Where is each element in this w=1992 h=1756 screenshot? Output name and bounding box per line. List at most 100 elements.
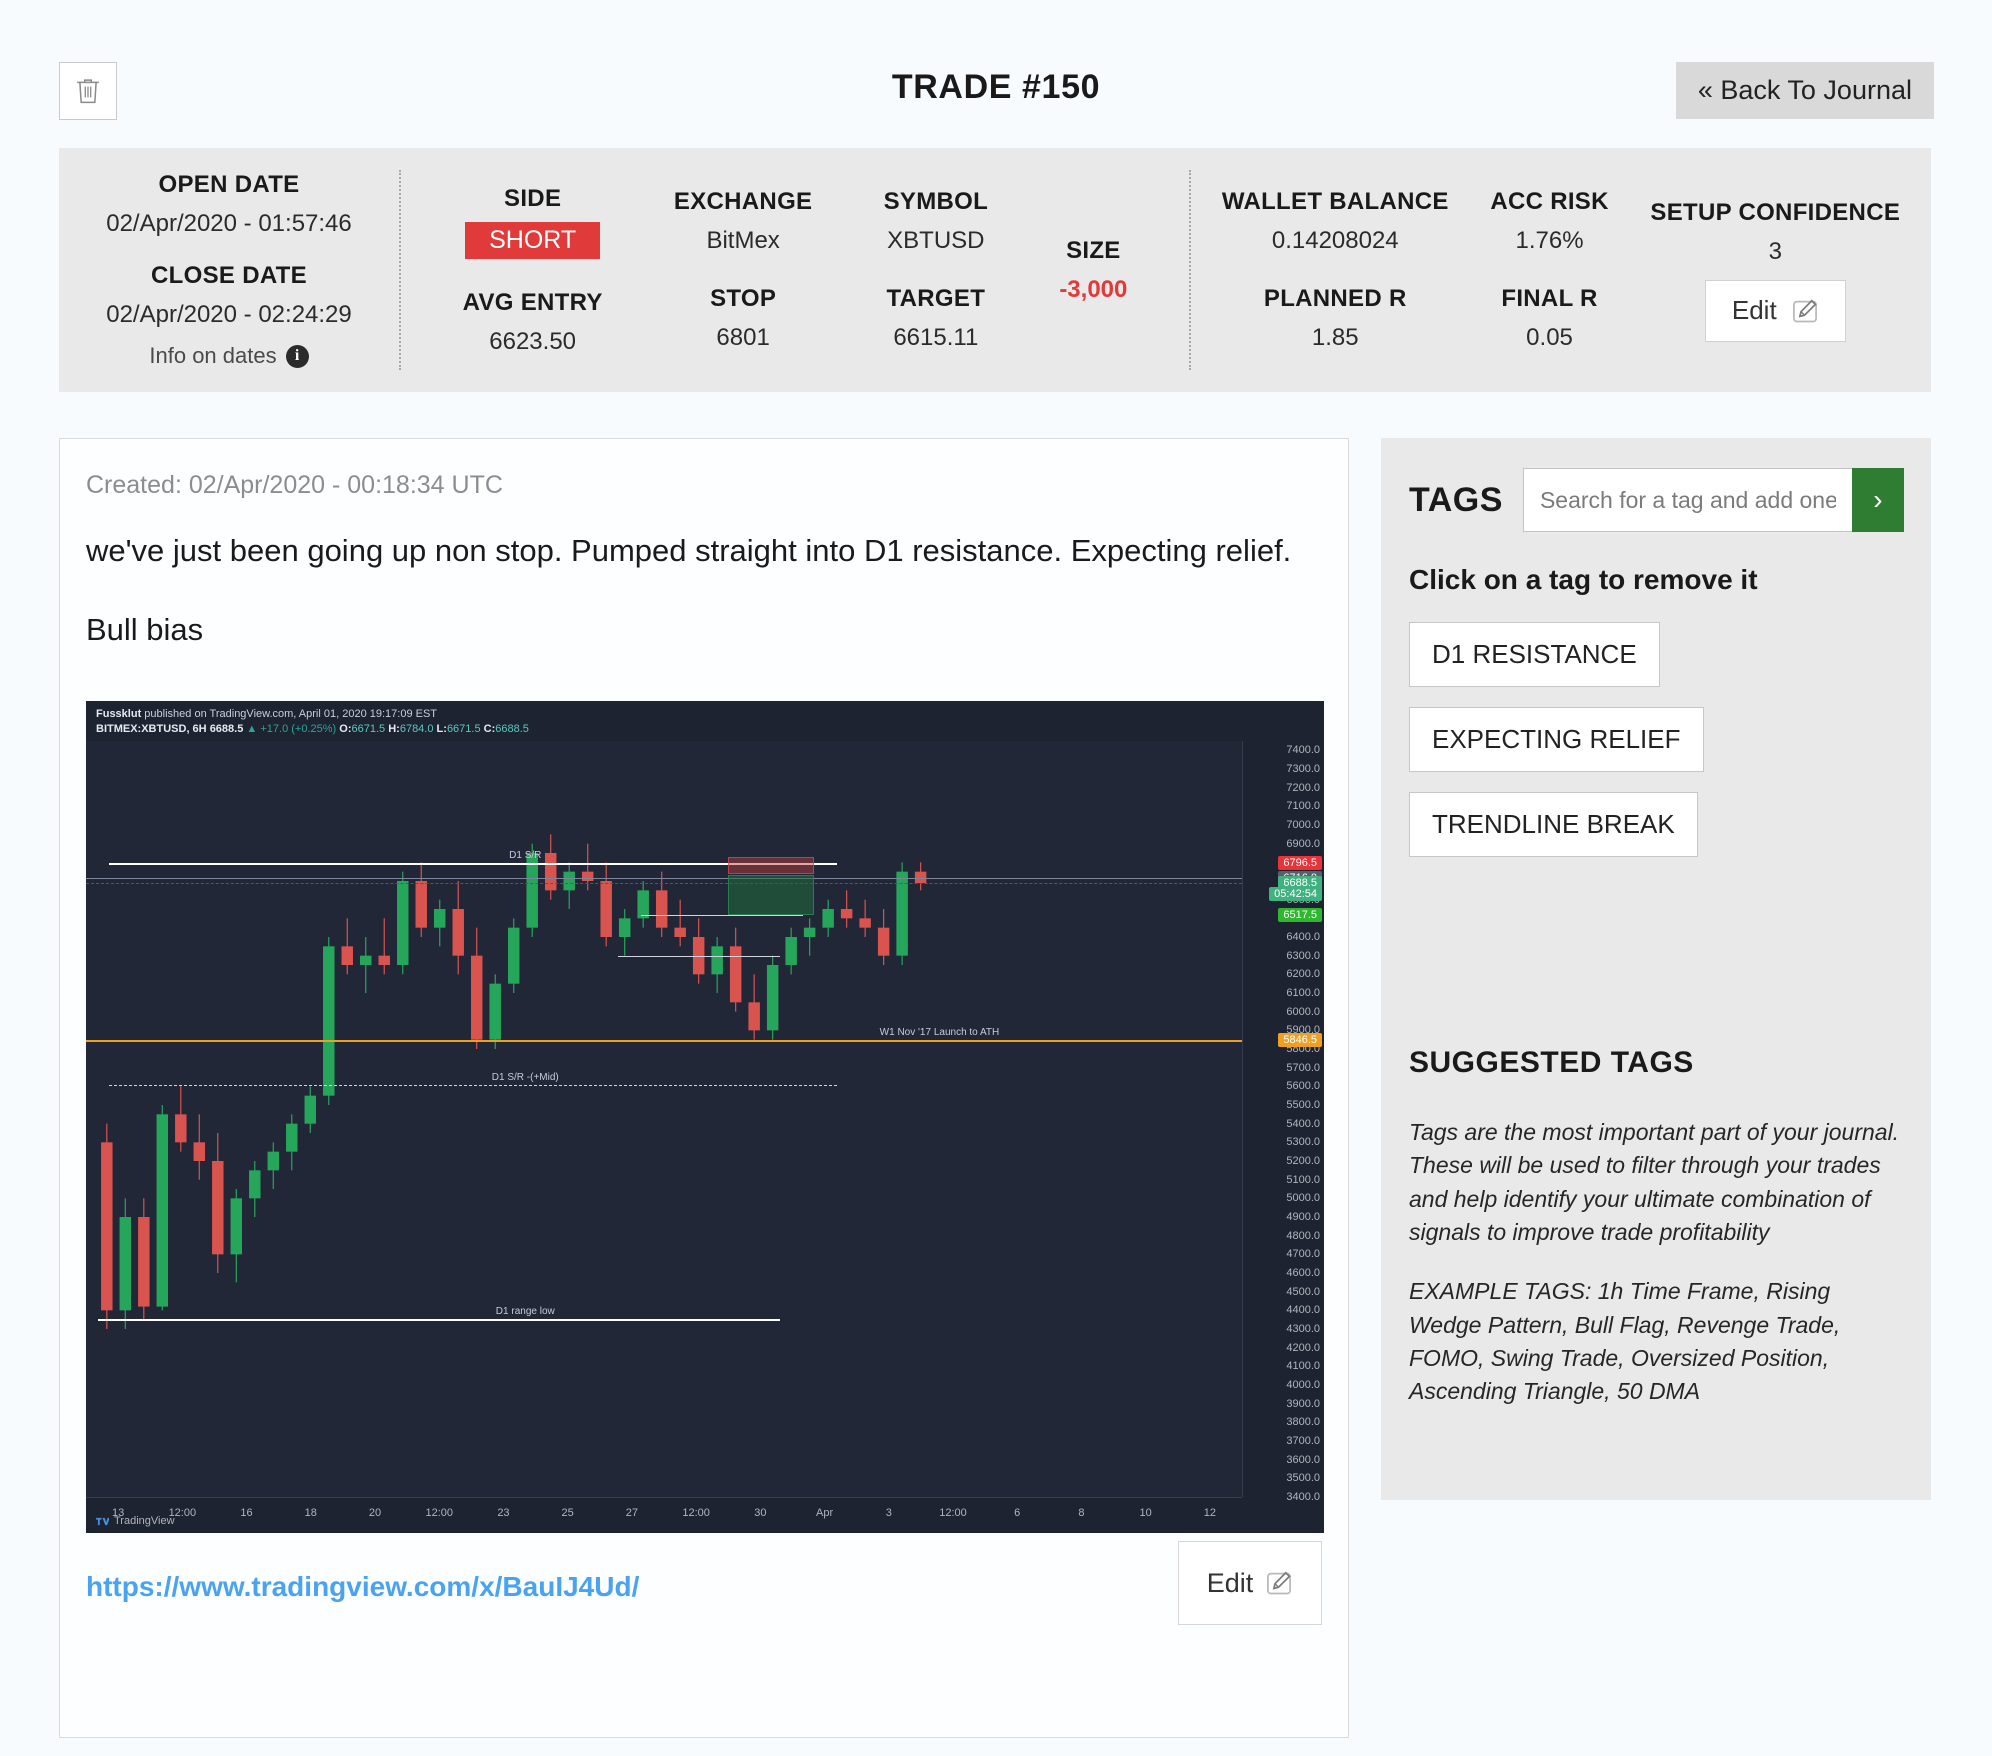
stop-value: 6801 [716,324,770,351]
chart-close-value: 6688.5 [495,722,529,735]
planned-r-label: PLANNED R [1263,285,1407,312]
tradingview-watermark-label: TradingView [114,1515,175,1527]
price-tick-label: 4100.0 [1286,1360,1320,1373]
tradingview-watermark: TradingView [96,1515,175,1527]
tag-chip[interactable]: D1 RESISTANCE [1409,622,1660,687]
symbol-value: XBTUSD [887,227,985,254]
setup-confidence-block: SETUP CONFIDENCE 3 [1650,199,1900,266]
price-tick-label: 6400.0 [1286,931,1320,943]
tag-chip[interactable]: EXPECTING RELIEF [1409,707,1704,772]
stats-group-dates: OPEN DATE 02/Apr/2020 - 01:57:46 CLOSE D… [59,148,399,392]
chevron-right-icon: › [1873,484,1883,515]
tradingview-chart[interactable]: Fussklut published on TradingView.com, A… [86,701,1324,1533]
note-paragraph-1: we've just been going up non stop. Pumpe… [86,533,1292,568]
stats-group-trade: SIDE SHORT AVG ENTRY 6623.50 EXCHANGE Bi… [401,148,1189,392]
target-label: TARGET [886,285,986,312]
info-icon[interactable]: i [285,344,309,368]
chart-level-line [86,883,1242,885]
symbol-target-stack: SYMBOL XBTUSD TARGET 6615.11 [884,188,988,352]
chart-annotation-label: D1 S/R -(+Mid) [491,1071,559,1083]
wallet-planned-stack: WALLET BALANCE 0.14208024 PLANNED R 1.85 [1222,188,1449,352]
chart-last-price: 6688.5 [209,722,244,735]
time-tick-label: 6 [1014,1507,1021,1519]
chart-high-label: H: [388,722,400,735]
price-badge: 5846.5 [1278,1033,1322,1048]
side-badge: SHORT [465,221,601,259]
info-on-dates-label: Info on dates [149,343,277,368]
price-tick-label: 7100.0 [1286,800,1320,813]
time-tick-label: 12:00 [425,1507,453,1519]
tag-list: D1 RESISTANCE EXPECTING RELIEF TRENDLINE B… [1409,622,1903,857]
time-tick-label: 8 [1078,1507,1085,1519]
chart-annotation-label: W1 Nov '17 Launch to ATH [879,1027,1000,1039]
chart-price-scale[interactable]: 7400.07300.07200.07100.07000.06900.06800… [1242,741,1324,1503]
side-label: SIDE [504,184,562,212]
pencil-icon [1792,298,1817,322]
edit-note-button[interactable]: Edit [1178,1541,1322,1625]
target-block: TARGET 6615.11 [886,285,985,352]
time-tick-label: 3 [885,1507,892,1519]
price-tick-label: 6300.0 [1286,949,1320,962]
suggested-tags-panel: SUGGESTED TAGS Tags are the most importa… [1381,1018,1931,1500]
chart-low-label: L: [436,722,447,735]
price-tick-label: 5200.0 [1286,1155,1320,1167]
price-tick-label: 3700.0 [1286,1435,1320,1447]
chart-annotation-label: D1 S/R [509,849,542,861]
exchange-value: BitMex [706,227,780,254]
chart-low-value: 6671.5 [446,722,481,735]
back-to-journal-button[interactable]: « Back To Journal [1675,62,1934,119]
wallet-balance-block: WALLET BALANCE 0.14208024 [1222,188,1449,255]
edit-stats-button[interactable]: Edit [1704,279,1846,342]
edit-stats-label: Edit [1731,295,1777,325]
edit-note-label: Edit [1206,1567,1254,1598]
price-tick-label: 5000.0 [1286,1192,1320,1205]
tradingview-link[interactable]: https://www.tradingview.com/x/BauIJ4Ud/ [86,1571,639,1603]
chart-level-line [640,915,803,917]
candlestick-series [101,834,927,1329]
price-tick-label: 4400.0 [1286,1304,1320,1317]
trade-stats-bar: OPEN DATE 02/Apr/2020 - 01:57:46 CLOSE D… [59,148,1931,392]
tags-title: TAGS [1409,480,1503,519]
note-card: Created: 02/Apr/2020 - 00:18:34 UTC we'v… [59,438,1349,1738]
tag-chip[interactable]: TRENDLINE BREAK [1409,792,1698,857]
suggested-tags-paragraph-1: Tags are the most important part of your… [1409,1119,1900,1246]
confidence-stack: SETUP CONFIDENCE 3 Edit [1650,199,1900,342]
chart-open-value: 6671.5 [351,722,386,735]
price-tick-label: 3800.0 [1286,1416,1320,1429]
wallet-balance-value: 0.14208024 [1271,227,1399,254]
add-tag-button[interactable]: › [1851,468,1904,532]
time-tick-label: 10 [1139,1507,1152,1519]
chart-time-scale[interactable]: 13 12:00 16 18 20 12:00 23 25 27 12:00 30 Apr 3 12:00… [86,1497,1242,1533]
tags-hint: Click on a tag to remove it [1409,564,1758,595]
tag-search-input[interactable] [1522,468,1852,532]
chart-author: Fussklut [96,708,142,720]
exchange-stop-stack: EXCHANGE BitMex STOP 6801 [674,188,812,352]
price-tick-label: 7300.0 [1286,763,1320,775]
top-bar: TRADE #150 « Back To Journal [0,0,1992,126]
final-r-label: FINAL R [1501,285,1598,312]
time-tick-label: 23 [497,1507,510,1519]
chart-up-arrow-icon: ▲ [246,722,258,735]
tradingview-logo-icon [96,1517,109,1525]
avg-entry-label: AVG ENTRY [462,288,603,316]
price-tick-label: 4300.0 [1286,1323,1320,1335]
trade-detail-page: TRADE #150 « Back To Journal OPEN DATE 0… [0,0,1992,1756]
close-date-label: CLOSE DATE [151,262,307,289]
price-tick-label: 7200.0 [1286,781,1320,794]
price-tick-label: 3900.0 [1286,1397,1320,1410]
time-tick-label: 12 [1203,1507,1216,1519]
tags-header: TAGS › [1409,468,1904,532]
chart-level-line [109,1084,838,1086]
time-tick-label: 18 [304,1507,317,1519]
note-body: we've just been going up non stop. Pumpe… [86,530,1322,650]
chart-symbol-title: BITMEX:XBTUSD, 6H [96,722,207,735]
final-r-value: 0.05 [1526,324,1573,351]
size-value: -3,000 [1059,275,1128,303]
price-tick-label: 6900.0 [1286,837,1320,850]
price-tick-label: 7000.0 [1286,819,1320,831]
price-tick-label: 4700.0 [1286,1248,1320,1261]
chart-plot-area: D1 S/R D1 S/R -(+Mid) W1 Nov '17 Launch to… [86,741,1242,1497]
stats-group-account: WALLET BALANCE 0.14208024 PLANNED R 1.85… [1191,148,1931,392]
info-on-dates-button[interactable]: Info on dates i [149,343,309,369]
wallet-balance-label: WALLET BALANCE [1221,188,1449,215]
